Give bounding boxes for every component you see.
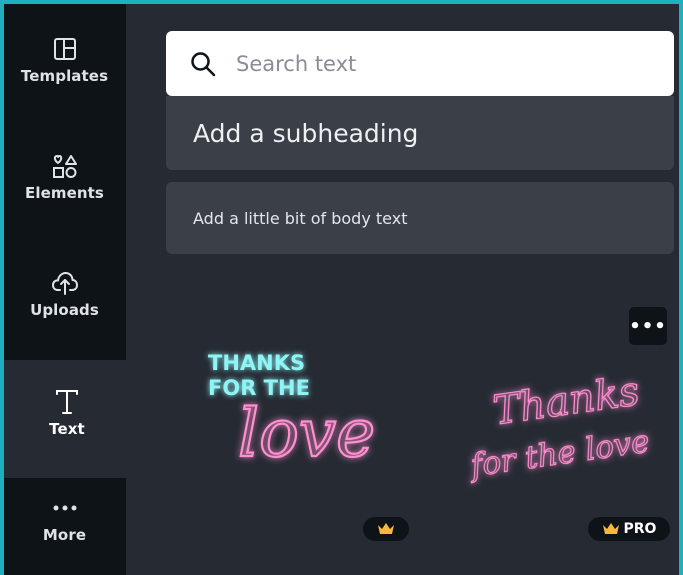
add-body-text-label: Add a little bit of body text <box>193 208 408 228</box>
more-icon <box>51 494 79 522</box>
add-subheading-label: Add a subheading <box>193 118 419 148</box>
pro-badge: PRO <box>588 517 670 541</box>
sidebar: Templates Elements Uploads Text More <box>4 4 130 575</box>
sidebar-item-label: Text <box>49 420 85 438</box>
templates-icon <box>51 35 79 63</box>
sidebar-item-uploads[interactable]: Uploads <box>4 253 125 368</box>
text-panel: Add a subheading Add a little bit of bod… <box>126 4 679 575</box>
text-icon <box>53 388 81 416</box>
sidebar-item-label: More <box>42 526 87 544</box>
tile-line-1: Thanks <box>490 368 642 434</box>
add-subheading-button[interactable]: Add a subheading <box>166 96 674 170</box>
upload-cloud-icon <box>51 269 79 297</box>
app-frame: Templates Elements Uploads Text More Sea… <box>0 0 683 575</box>
sidebar-item-text[interactable]: Text <box>4 360 130 478</box>
add-body-text-button[interactable]: Add a little bit of body text <box>166 182 674 254</box>
crown-icon <box>602 523 619 534</box>
sidebar-item-label: Uploads <box>30 301 99 319</box>
tile-line-1: THANKS <box>208 351 305 375</box>
search-icon <box>190 51 216 77</box>
search-bar[interactable] <box>166 31 674 96</box>
sidebar-item-elements[interactable]: Elements <box>4 136 125 251</box>
sidebar-item-more[interactable]: More <box>4 478 125 575</box>
sidebar-item-label: Elements <box>25 184 104 202</box>
neon-text-graphic: THANKS FOR THE love <box>208 351 376 473</box>
premium-badge <box>363 517 409 541</box>
elements-icon <box>51 152 79 180</box>
sidebar-item-label: Templates <box>20 67 109 85</box>
script-text-graphic: Thanks for the love <box>466 368 652 485</box>
pro-badge-label: PRO <box>623 521 657 537</box>
search-input[interactable] <box>236 51 636 76</box>
tile-line-2: for the love <box>467 423 652 484</box>
crown-icon <box>378 523 394 534</box>
tile-line-3: love <box>238 395 375 472</box>
sidebar-item-templates[interactable]: Templates <box>4 19 125 134</box>
